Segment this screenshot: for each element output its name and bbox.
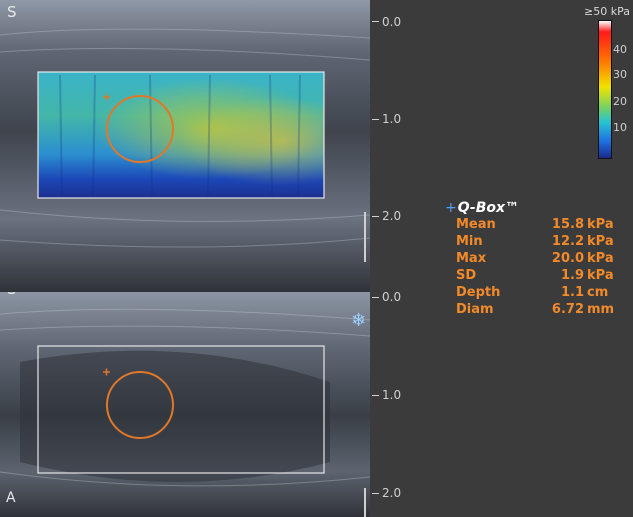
- qbox-row-diam: Diam 6.72 mm: [445, 301, 614, 318]
- depth-tick: [372, 119, 379, 120]
- depth-tick-label: 0.0: [382, 15, 402, 29]
- qbox-row-sd: SD 1.9 kPa: [445, 267, 614, 284]
- qbox-value: 15.8: [551, 217, 584, 232]
- qbox-value: 20.0: [551, 251, 584, 266]
- probe-orientation-logo: S: [7, 3, 17, 21]
- focus-marker: [364, 488, 366, 517]
- qbox-key: Min: [456, 234, 483, 249]
- qbox-value: 1.1: [560, 285, 584, 300]
- depth-tick-label: 1.0: [382, 112, 402, 126]
- snowflake-icon[interactable]: ❄: [351, 310, 366, 331]
- depth-tick: [372, 395, 379, 396]
- qbox-row-max: Max 20.0 kPa: [445, 250, 614, 267]
- elastography-image-pane[interactable]: S: [0, 0, 370, 292]
- plus-icon: +: [445, 200, 457, 216]
- probe-orientation-logo: S: [7, 292, 17, 298]
- qbox-unit: kPa: [587, 217, 614, 232]
- qbox-row-depth: Depth 1.1 cm: [445, 284, 614, 301]
- depth-tick: [372, 297, 379, 298]
- qbox-unit: kPa: [587, 251, 614, 266]
- elasticity-colorbar: [598, 20, 612, 159]
- qbox-row-mean: Mean 15.8 kPa: [445, 216, 614, 233]
- qbox-value: 1.9: [560, 268, 584, 283]
- colorbar-max-label: ≥50 kPa: [584, 5, 630, 18]
- depth-tick-label: 0.0: [382, 290, 402, 304]
- depth-tick: [372, 493, 379, 494]
- colorbar-tick-label: 10: [613, 121, 627, 134]
- qbox-key: SD: [456, 268, 477, 283]
- image-corner-label: A: [6, 490, 16, 506]
- bmode-image-pane[interactable]: S A: [0, 292, 370, 517]
- qbox-measurement-panel: +Q-Box™ Mean 15.8 kPa Min 12.2 kPa Max 2…: [445, 200, 614, 318]
- colorbar-tick-label: 20: [613, 95, 627, 108]
- qbox-unit: cm: [587, 285, 609, 300]
- qbox-value: 6.72: [551, 302, 584, 317]
- qbox-key: Max: [456, 251, 487, 266]
- depth-tick: [372, 216, 379, 217]
- depth-tick-label: 2.0: [382, 486, 402, 500]
- qbox-title-text: Q-Box™: [457, 200, 520, 216]
- qbox-row-min: Min 12.2 kPa: [445, 233, 614, 250]
- qbox-key: Mean: [456, 217, 496, 232]
- qbox-unit: kPa: [587, 234, 614, 249]
- colorbar-tick-label: 40: [613, 43, 627, 56]
- colorbar-tick-label: 30: [613, 68, 627, 81]
- qbox-key: Depth: [456, 285, 501, 300]
- elastography-image: [0, 0, 370, 292]
- qbox-unit: kPa: [587, 268, 614, 283]
- qbox-key: Diam: [456, 302, 494, 317]
- qbox-unit: mm: [587, 302, 615, 317]
- qbox-title[interactable]: +Q-Box™: [445, 200, 614, 216]
- depth-tick: [372, 21, 379, 22]
- depth-tick-label: 2.0: [382, 209, 402, 223]
- depth-tick-label: 1.0: [382, 388, 402, 402]
- qbox-value: 12.2: [551, 234, 584, 249]
- focus-marker: [364, 212, 366, 262]
- bmode-image: [0, 292, 370, 517]
